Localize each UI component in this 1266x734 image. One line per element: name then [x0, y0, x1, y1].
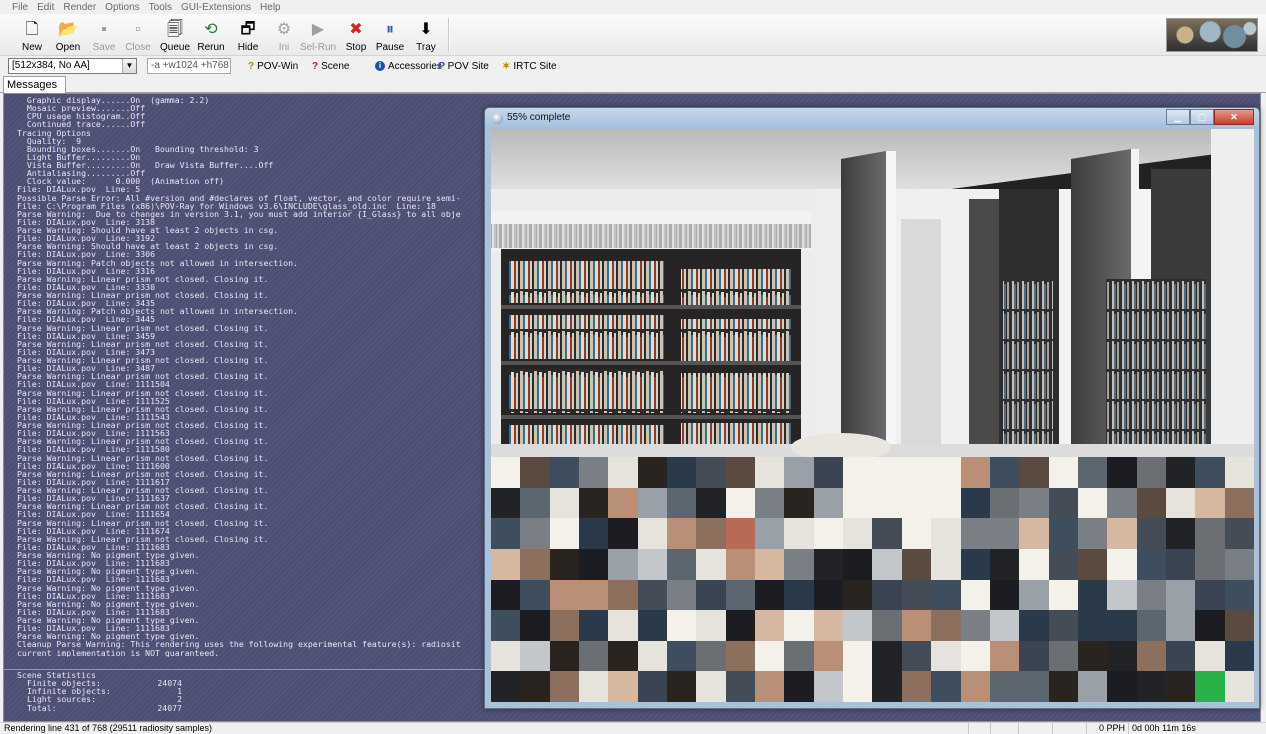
menu-help[interactable]: Help [260, 2, 281, 13]
pov-win-help-button[interactable]: ? POV-Win [248, 59, 298, 73]
new-file-icon: 🗋 [25, 21, 39, 38]
sel-run-icon: ▶ [311, 21, 325, 38]
scene-question-icon: ? [312, 60, 319, 72]
stop-button[interactable]: ✖ Stop [338, 16, 374, 54]
sel-run-button[interactable]: ▶ Sel-Run [300, 16, 336, 54]
pov-site-icon: P [438, 60, 445, 72]
ini-label: Ini [278, 42, 290, 53]
scene-stats-value: 24077 [157, 702, 182, 713]
scene-stats-value: 24074 [157, 678, 182, 689]
rerun-label: Rerun [197, 42, 225, 53]
message-log: Graphic display......On (gamma: 2.2) Mos… [17, 96, 507, 657]
pov-site-button[interactable]: P POV Site [438, 59, 489, 73]
queue-icon: 🗐 [167, 21, 183, 38]
close-button[interactable]: ▫ Close [120, 16, 156, 54]
queue-label: Queue [159, 42, 191, 53]
tray-icon: ⬇ [419, 21, 433, 38]
pov-win-help-label: POV-Win [257, 60, 299, 72]
pause-icon: ⏸ [385, 21, 394, 38]
open-folder-icon: 📂 [58, 21, 78, 38]
irtc-site-button[interactable]: ✶ IRTC Site [502, 59, 557, 73]
render-window[interactable]: 55% complete ▁ ▢ ✕ [484, 107, 1260, 709]
povray-logo [1166, 18, 1258, 52]
save-disk-icon: ▪ [101, 21, 107, 38]
scene-stats-value: 1 [177, 686, 182, 697]
stop-icon: ✖ [349, 21, 363, 38]
accessories-label: Accessories [388, 60, 442, 72]
scene-statistics: Scene Statistics Finite objects: 24074 Infi… [17, 671, 182, 712]
toolbar-separator [448, 18, 450, 52]
scene-stats-row: Total: 24077 [17, 702, 182, 713]
status-elapsed-time: 0d 00h 11m 16s [1128, 723, 1266, 734]
accessories-button[interactable]: i Accessories [375, 59, 442, 73]
message-line: current implementation is NOT guaranteed… [17, 647, 220, 657]
status-bar: Rendering line 431 of 768 (29511 radiosi… [0, 722, 1266, 734]
menu-tools[interactable]: Tools [149, 2, 172, 13]
pause-label: Pause [375, 42, 405, 53]
main-toolbar: 🗋 New 📂 Open ▪ Save ▫ Close 🗐 Queue ⟲ Rerun 🗗 Hide ⚙ In… [0, 14, 1266, 56]
menu-bar: File Edit Render Options Tools GUI-Extensions… [0, 0, 1266, 14]
hide-button[interactable]: 🗗 Hide [230, 16, 266, 54]
pause-button[interactable]: ⏸ Pause [372, 16, 408, 54]
status-cell [968, 723, 990, 734]
irtc-site-icon: ✶ [502, 60, 511, 72]
new-button[interactable]: 🗋 New [14, 16, 50, 54]
menu-edit[interactable]: Edit [37, 2, 54, 13]
status-cell [1018, 723, 1052, 734]
resolution-select-value: [512x384, No AA] [12, 60, 90, 71]
menu-options[interactable]: Options [105, 2, 139, 13]
scene-stats-label: Total: [27, 702, 57, 713]
restore-button[interactable]: ▢ [1190, 109, 1214, 125]
queue-button[interactable]: 🗐 Queue [157, 16, 193, 54]
message-line: Tracing Options [17, 127, 91, 138]
save-button[interactable]: ▪ Save [86, 16, 122, 54]
menu-gui-extensions[interactable]: GUI-Extensions [181, 2, 251, 13]
ini-button[interactable]: ⚙ Ini [266, 16, 302, 54]
menu-file[interactable]: File [12, 2, 28, 13]
rerun-button[interactable]: ⟲ Rerun [193, 16, 229, 54]
chevron-down-icon[interactable]: ▼ [122, 59, 136, 73]
open-button[interactable]: 📂 Open [50, 16, 86, 54]
scene-help-button[interactable]: ? Scene [312, 59, 349, 73]
save-label: Save [92, 42, 116, 53]
tab-strip: Messages [0, 75, 1266, 94]
render-window-titlebar[interactable]: 55% complete ▁ ▢ ✕ [485, 108, 1259, 129]
help-question-icon: ? [248, 60, 255, 72]
tab-messages[interactable]: Messages [3, 76, 66, 94]
info-icon: i [375, 61, 385, 71]
close-label: Close [125, 42, 151, 53]
render-window-title: 55% complete [507, 112, 571, 123]
pov-site-label: POV Site [447, 60, 489, 72]
open-label: Open [55, 42, 81, 53]
stop-label: Stop [345, 42, 367, 53]
close-file-icon: ▫ [135, 21, 141, 38]
status-cell [1052, 723, 1086, 734]
tray-label: Tray [416, 42, 436, 53]
minimize-button[interactable]: ▁ [1166, 109, 1190, 125]
status-cell [990, 723, 1018, 734]
render-progress-mosaic [491, 457, 1254, 702]
povray-window-icon [492, 113, 503, 124]
ini-icon: ⚙ [276, 21, 292, 38]
sel-run-label: Sel-Run [299, 42, 337, 53]
render-canvas [491, 129, 1254, 702]
status-pph: 0 PPH [1086, 723, 1128, 734]
rerun-icon: ⟲ [204, 21, 218, 38]
scene-help-label: Scene [321, 60, 350, 72]
status-rendering-text: Rendering line 431 of 768 (29511 radiosi… [4, 723, 212, 733]
hide-label: Hide [237, 42, 259, 53]
resolution-select[interactable]: [512x384, No AA] ▼ [8, 58, 137, 74]
new-label: New [21, 42, 42, 53]
tray-button[interactable]: ⬇ Tray [408, 16, 444, 54]
options-bar: [512x384, No AA] ▼ -a +w1024 +h768 ? POV… [0, 57, 1266, 75]
irtc-site-label: IRTC Site [513, 60, 557, 72]
command-line-input[interactable]: -a +w1024 +h768 [147, 58, 231, 74]
menu-render[interactable]: Render [63, 2, 96, 13]
hide-window-icon: 🗗 [240, 21, 256, 38]
close-window-button[interactable]: ✕ [1214, 109, 1254, 125]
